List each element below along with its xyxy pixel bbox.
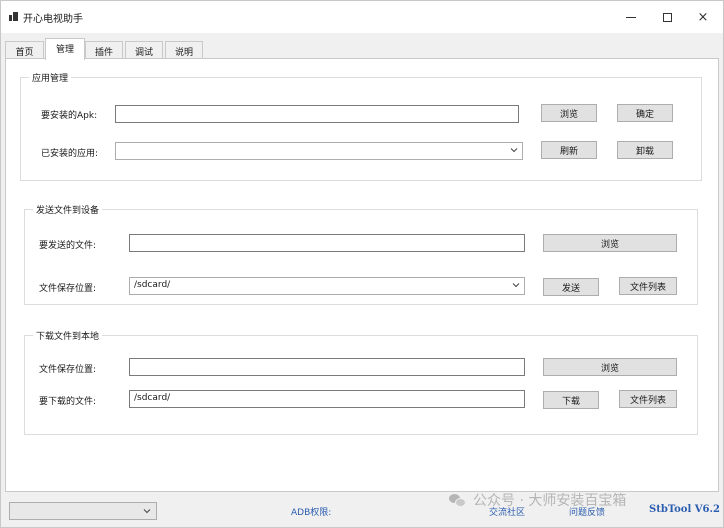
group-title: 应用管理 bbox=[29, 71, 72, 84]
adb-permission-label: ADB权限: bbox=[291, 508, 332, 518]
apk-path-input[interactable] bbox=[115, 105, 519, 123]
device-select[interactable] bbox=[9, 502, 157, 520]
send-file-input[interactable] bbox=[129, 234, 525, 252]
tab-manage[interactable]: 管理 bbox=[45, 38, 85, 60]
minimize-icon bbox=[626, 16, 636, 18]
send-file-list-button[interactable]: 文件列表 bbox=[619, 277, 677, 295]
watermark-text: 公众号 · 大师安装百宝箱 bbox=[473, 493, 627, 509]
close-icon: × bbox=[697, 9, 709, 25]
version-label: StbTool V6.2 bbox=[649, 504, 720, 515]
download-file-label: 要下载的文件: bbox=[39, 397, 97, 407]
download-button[interactable]: 下载 bbox=[543, 391, 599, 409]
tab-home[interactable]: 首页 bbox=[5, 41, 44, 59]
close-button[interactable]: × bbox=[685, 1, 721, 33]
tab-strip: 首页 管理 插件 调试 说明 bbox=[1, 33, 723, 60]
download-save-location-label: 文件保存位置: bbox=[39, 365, 97, 375]
group-title: 下载文件到本地 bbox=[33, 329, 103, 342]
download-save-location-input[interactable] bbox=[129, 358, 525, 376]
tab-plugins[interactable]: 插件 bbox=[85, 41, 123, 59]
watermark: 公众号 · 大师安装百宝箱 bbox=[449, 490, 626, 510]
app-management-group: 应用管理 要安装的Apk: 浏览 确定 已安装的应用: 刷新 卸载 bbox=[20, 71, 702, 181]
main-window: 开心电视助手 × 首页 管理 插件 调试 说明 应用管理 要安装的Apk: 浏览… bbox=[0, 0, 724, 528]
maximize-icon bbox=[662, 12, 672, 22]
chevron-down-icon bbox=[143, 507, 151, 518]
window-title: 开心电视助手 bbox=[23, 14, 83, 25]
manage-panel: 应用管理 要安装的Apk: 浏览 确定 已安装的应用: 刷新 卸载 发送文件到设… bbox=[5, 58, 719, 492]
chevron-down-icon bbox=[510, 146, 518, 154]
download-file-input[interactable]: /sdcard/ bbox=[129, 390, 525, 408]
send-button[interactable]: 发送 bbox=[543, 278, 599, 296]
send-save-location-label: 文件保存位置: bbox=[39, 284, 97, 294]
send-save-location-select[interactable]: /sdcard/ bbox=[129, 277, 525, 295]
tab-debug[interactable]: 调试 bbox=[125, 41, 163, 59]
chevron-down-icon bbox=[512, 281, 520, 289]
maximize-button[interactable] bbox=[649, 1, 685, 33]
app-icon bbox=[9, 12, 18, 21]
installed-apps-label: 已安装的应用: bbox=[41, 149, 99, 159]
download-file-list-button[interactable]: 文件列表 bbox=[619, 390, 677, 408]
apk-browse-button[interactable]: 浏览 bbox=[541, 104, 597, 122]
send-browse-button[interactable]: 浏览 bbox=[543, 234, 677, 252]
download-browse-button[interactable]: 浏览 bbox=[543, 358, 677, 376]
download-file-group: 下载文件到本地 文件保存位置: 浏览 要下载的文件: /sdcard/ 下载 文… bbox=[24, 329, 698, 435]
minimize-button[interactable] bbox=[613, 1, 649, 33]
title-bar: 开心电视助手 × bbox=[1, 1, 723, 33]
group-title: 发送文件到设备 bbox=[33, 203, 103, 216]
refresh-button[interactable]: 刷新 bbox=[541, 141, 597, 159]
wechat-icon bbox=[449, 493, 467, 507]
send-file-label: 要发送的文件: bbox=[39, 241, 97, 251]
apk-confirm-button[interactable]: 确定 bbox=[617, 104, 673, 122]
installed-apps-select[interactable] bbox=[115, 142, 523, 160]
apk-label: 要安装的Apk: bbox=[41, 111, 98, 121]
send-save-location-value: /sdcard/ bbox=[134, 280, 171, 290]
send-file-group: 发送文件到设备 要发送的文件: 浏览 文件保存位置: /sdcard/ 发送 文… bbox=[24, 203, 698, 305]
uninstall-button[interactable]: 卸载 bbox=[617, 141, 673, 159]
tab-help[interactable]: 说明 bbox=[165, 41, 203, 59]
